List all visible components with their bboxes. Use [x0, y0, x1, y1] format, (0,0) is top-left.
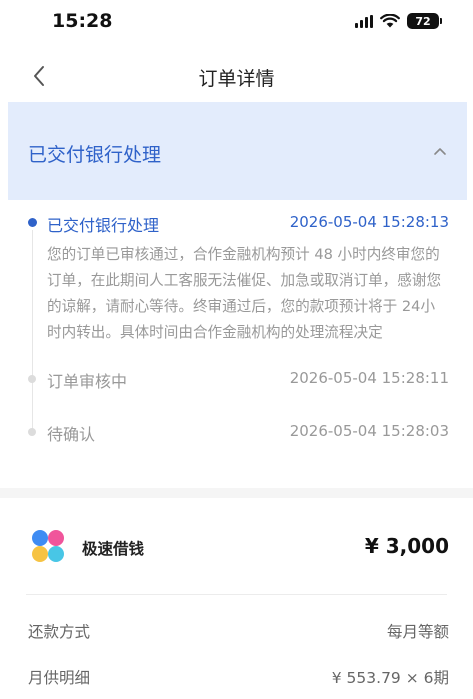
product-name: 极速借钱	[82, 540, 145, 558]
timeline-item-label: 已交付银行处理	[47, 216, 160, 235]
status-icons: 72	[355, 13, 442, 29]
timeline-dot-active	[28, 218, 37, 227]
chevron-up-icon	[434, 147, 446, 155]
timeline-dot	[28, 428, 36, 436]
timeline-line	[32, 230, 33, 430]
signal-icon	[355, 14, 373, 28]
timeline-item-description: 您的订单已审核通过，合作金融机构预计 48 小时内终审您的订单，在此期间人工客服…	[47, 246, 442, 341]
detail-label: 月供明细	[28, 669, 91, 687]
timeline-dot	[28, 375, 36, 383]
timeline-item-label: 订单审核中	[47, 372, 128, 391]
timeline-item-time: 2026-05-04 15:28:13	[289, 213, 449, 231]
status-time: 15:28	[52, 10, 113, 32]
detail-label: 还款方式	[28, 623, 91, 641]
collapse-button[interactable]	[431, 142, 449, 160]
timeline-item-label: 待确认	[47, 425, 96, 444]
order-status-card[interactable]: 已交付银行处理	[8, 102, 467, 200]
detail-row-repayment-method: 还款方式 每月等额	[0, 612, 473, 648]
divider	[26, 594, 447, 595]
battery-level: 72	[415, 14, 431, 28]
status-bar: 15:28 72	[0, 0, 473, 44]
detail-value: ¥ 553.79 × 6期	[331, 669, 449, 687]
loan-amount: ¥ 3,000	[364, 534, 449, 558]
product-row: 极速借钱 ¥ 3,000	[0, 510, 473, 580]
detail-value: 每月等额	[386, 623, 449, 641]
four-petal-logo-icon	[32, 530, 64, 562]
battery-icon: 72	[407, 13, 442, 29]
page-title: 订单详情	[198, 68, 275, 90]
nav-bar: 订单详情	[0, 52, 473, 100]
detail-row-monthly-payment: 月供明细 ¥ 553.79 × 6期	[0, 658, 473, 694]
wifi-icon	[380, 14, 400, 28]
order-status-title: 已交付银行处理	[28, 144, 162, 166]
section-divider	[0, 488, 473, 498]
timeline-item-time: 2026-05-04 15:28:11	[289, 369, 449, 387]
order-timeline: 已交付银行处理 2026-05-04 15:28:13 您的订单已审核通过，合作…	[8, 200, 467, 478]
timeline-item-time: 2026-05-04 15:28:03	[289, 422, 449, 440]
